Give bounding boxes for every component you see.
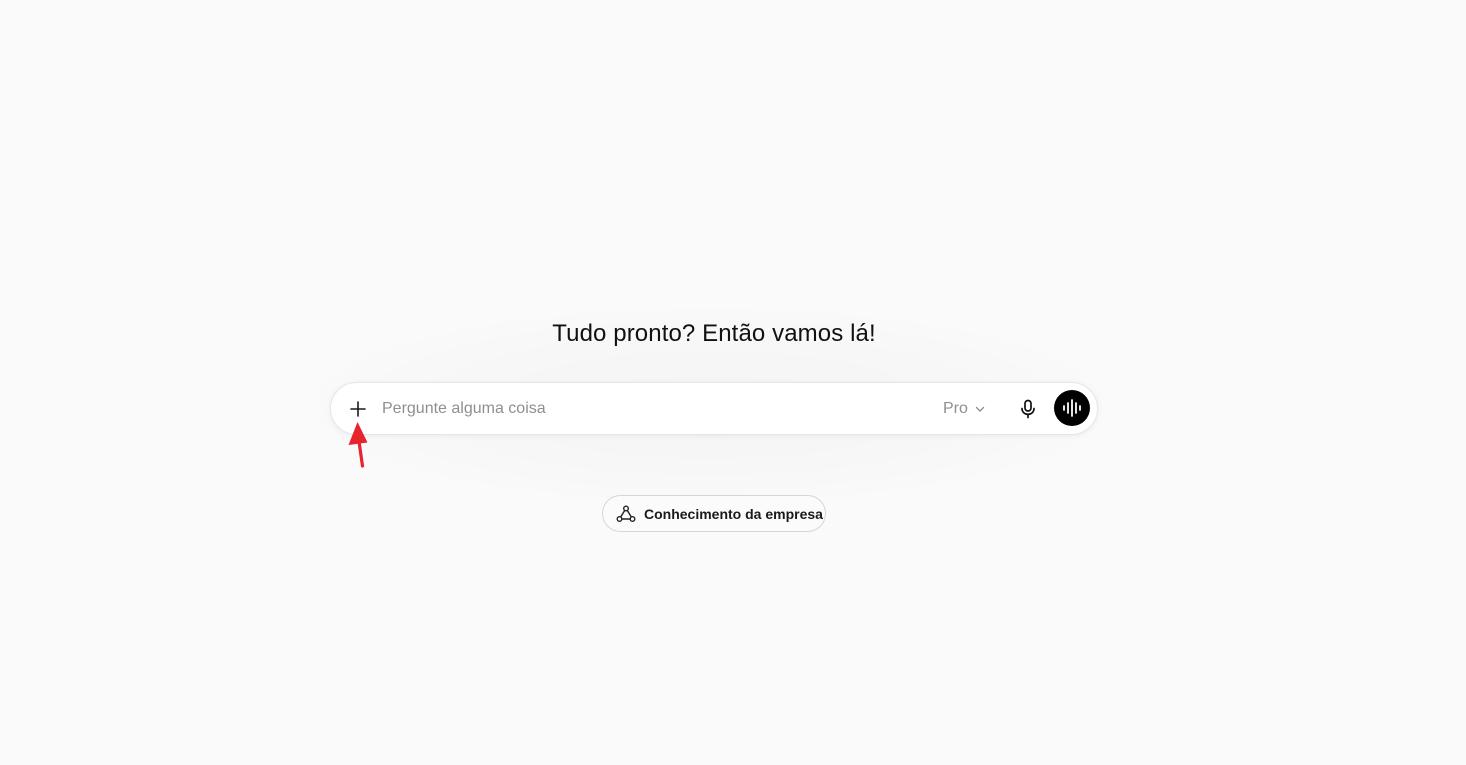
company-knowledge-icon xyxy=(616,505,636,523)
voice-waveform-icon xyxy=(1061,397,1083,419)
model-selector-label: Pro xyxy=(943,400,968,417)
page-heading: Tudo pronto? Então vamos lá! xyxy=(552,320,876,347)
prompt-input[interactable] xyxy=(382,396,922,422)
voice-mode-button[interactable] xyxy=(1054,390,1090,426)
model-selector[interactable]: Pro xyxy=(943,397,986,421)
page: Tudo pronto? Então vamos lá! Pro xyxy=(0,0,1466,765)
company-knowledge-chip[interactable]: Conhecimento da empresa xyxy=(602,495,826,532)
company-knowledge-label: Conhecimento da empresa xyxy=(644,505,823,522)
microphone-icon xyxy=(1019,399,1037,419)
chevron-down-icon xyxy=(974,403,986,415)
plus-icon xyxy=(349,400,367,418)
prompt-composer: Pro xyxy=(330,382,1098,435)
dictate-button[interactable] xyxy=(1015,396,1041,422)
red-annotation-arrow xyxy=(348,422,368,468)
